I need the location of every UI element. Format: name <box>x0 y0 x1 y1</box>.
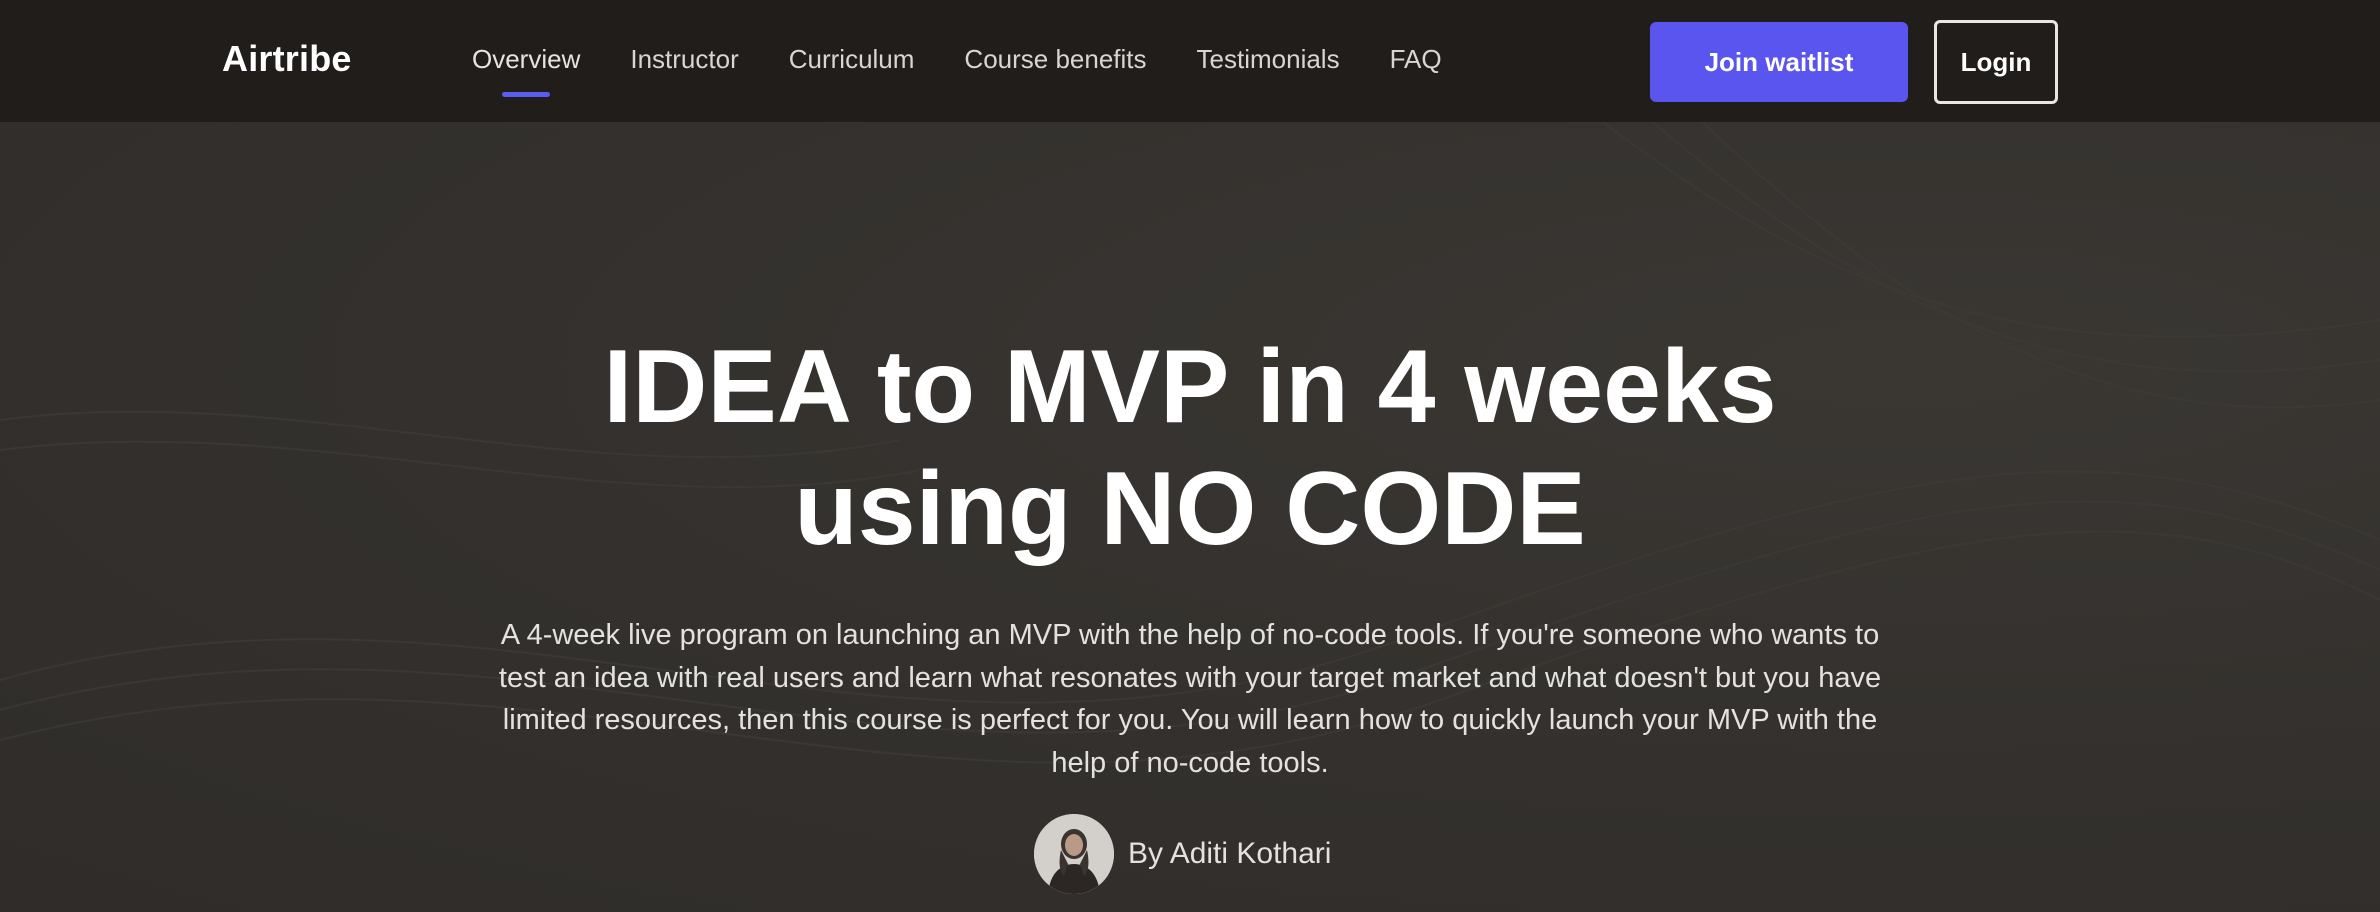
nav-link-label: Course benefits <box>964 44 1147 74</box>
hero-title: IDEA to MVP in 4 weeks using NO CODE <box>0 326 2380 570</box>
nav-link-label: FAQ <box>1389 44 1442 74</box>
instructor-byline[interactable]: By Aditi Kothari <box>1034 814 1331 894</box>
login-button[interactable]: Login <box>1934 20 2058 104</box>
active-nav-indicator <box>502 92 551 97</box>
page: Airtribe Overview Instructor Curriculum … <box>0 0 2380 912</box>
nav-link-curriculum[interactable]: Curriculum <box>789 44 915 75</box>
nav-link-testimonials[interactable]: Testimonials <box>1197 44 1340 75</box>
hero-description: A 4-week live program on launching an MV… <box>498 619 1882 779</box>
nav-link-label: Testimonials <box>1196 44 1340 74</box>
nav-link-label: Curriculum <box>788 44 915 74</box>
airtribe-logo[interactable]: Airtribe <box>222 38 352 80</box>
join-waitlist-button[interactable]: Join waitlist <box>1650 22 1908 102</box>
nav-links: Overview Instructor Curriculum Course be… <box>472 44 1442 97</box>
nav-link-overview[interactable]: Overview <box>472 44 581 97</box>
instructor-name: By Aditi Kothari <box>1128 837 1332 870</box>
top-navbar: Airtribe Overview Instructor Curriculum … <box>0 0 2380 122</box>
nav-link-label: Instructor <box>630 44 739 74</box>
instructor-avatar <box>1034 814 1114 894</box>
nav-link-faq[interactable]: FAQ <box>1390 44 1442 75</box>
hero-title-line-2: using NO CODE <box>794 451 1586 567</box>
person-icon <box>1034 814 1114 894</box>
nav-link-label: Overview <box>472 44 581 74</box>
nav-link-course-benefits[interactable]: Course benefits <box>964 44 1146 75</box>
nav-link-instructor[interactable]: Instructor <box>630 44 738 75</box>
hero-title-line-1: IDEA to MVP in 4 weeks <box>603 329 1777 445</box>
